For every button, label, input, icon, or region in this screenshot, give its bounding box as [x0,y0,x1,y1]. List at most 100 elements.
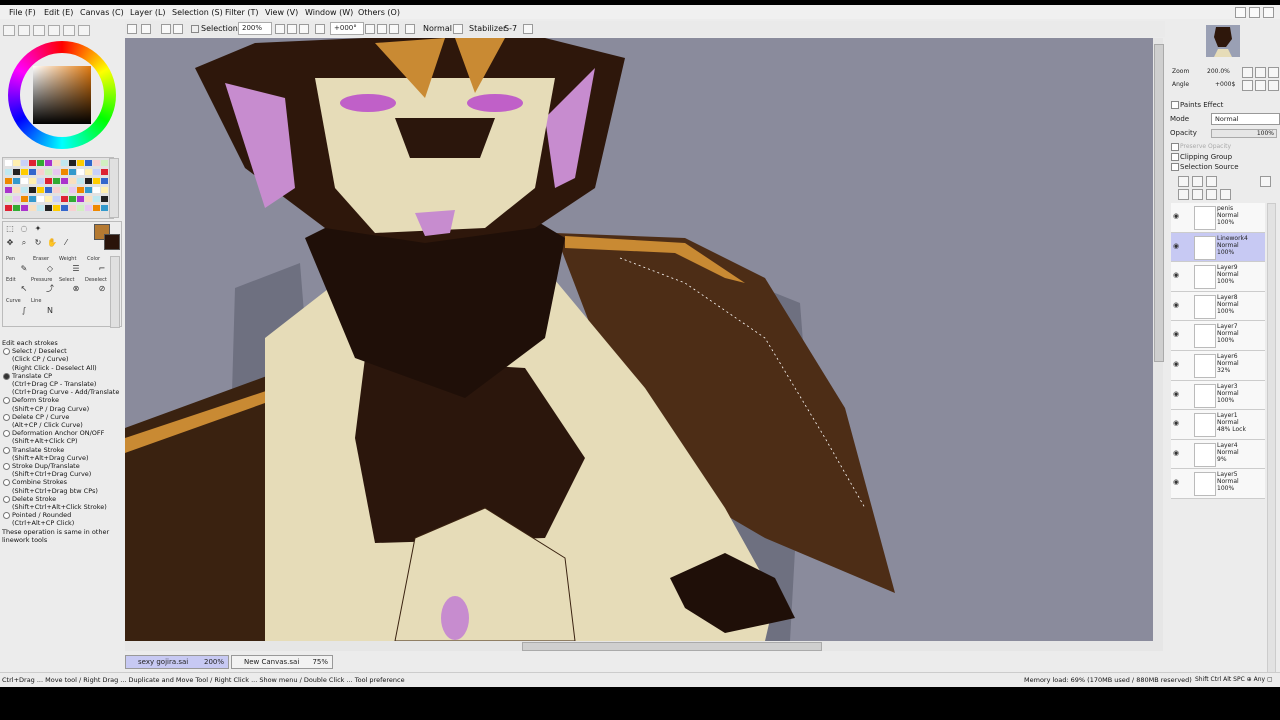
zoom-out-icon[interactable] [275,24,285,34]
visibility-eye-icon[interactable]: ◉ [1173,478,1181,486]
rotate-ccw-icon[interactable] [365,24,375,34]
color-swatch[interactable] [37,205,44,211]
paints-effect-label[interactable]: Paints Effect [1180,101,1223,109]
color-swatch[interactable] [53,169,60,175]
color-swatch[interactable] [77,169,84,175]
menu-edit[interactable]: Edit (E) [44,8,73,17]
select-stroke-icon[interactable]: ⊗ [71,284,81,294]
hand-icon[interactable]: ✋ [47,238,57,248]
line-icon[interactable]: N [45,306,55,316]
color-swatch[interactable] [21,187,28,193]
visibility-eye-icon[interactable]: ◉ [1173,330,1181,338]
color-swatch[interactable] [85,160,92,166]
paints-effect-toggle[interactable] [1171,101,1179,109]
edit-stroke-icon[interactable]: ↖ [19,284,29,294]
navigator-preview[interactable] [1206,25,1240,57]
tool-tab-pen[interactable]: Pen [6,256,15,262]
layer-row[interactable]: ◉ Layer3 Normal 100% [1171,380,1265,411]
color-swatch[interactable] [69,169,76,175]
maximize-icon[interactable] [1249,7,1260,18]
color-swatch[interactable] [93,196,100,202]
show-selection-icon[interactable] [161,24,171,34]
color-swatch[interactable] [101,169,108,175]
color-swatch[interactable] [101,196,108,202]
hsv-slider-tab-icon[interactable] [33,25,45,36]
pressure-icon[interactable]: ⤴ [45,284,55,294]
color-wheel[interactable] [8,41,116,149]
tool-tab-pressure[interactable]: Pressure [31,277,52,283]
color-swatch[interactable] [101,160,108,166]
rect-select-icon[interactable]: ⬚ [5,224,15,234]
color-swatch[interactable] [5,205,12,211]
tool-scrollbar[interactable] [110,256,120,328]
menu-selection[interactable]: Selection (S) [172,8,223,17]
visibility-eye-icon[interactable]: ◉ [1173,390,1181,398]
visibility-eye-icon[interactable]: ◉ [1173,360,1181,368]
rotate-cw-icon[interactable] [377,24,387,34]
menu-others[interactable]: Others (O) [358,8,400,17]
selection-source-checkbox[interactable] [1171,163,1179,171]
new-linework-layer-icon[interactable] [1192,176,1203,187]
visibility-eye-icon[interactable]: ◉ [1173,301,1181,309]
zoom-in-icon[interactable] [287,24,297,34]
tool-option-radio[interactable]: Select / Deselect [2,347,122,356]
color-swatch[interactable] [93,205,100,211]
color-swatch[interactable] [5,187,12,193]
angle-select[interactable]: +000° [330,22,364,35]
tool-tab-select[interactable]: Select [59,277,74,283]
color-mix-tab-icon[interactable] [48,25,60,36]
tool-option-radio[interactable]: Pointed / Rounded [2,511,122,520]
color-swatch[interactable] [37,196,44,202]
menu-window[interactable]: Window (W) [305,8,353,17]
color-swatch[interactable] [13,169,20,175]
nav-zoom-reset-icon[interactable] [1268,67,1279,78]
color-swatch[interactable] [69,196,76,202]
flip-icon[interactable] [405,24,415,34]
tool-tab-deselect[interactable]: Deselect [85,277,107,283]
radio-icon[interactable] [3,463,10,471]
canvas-vertical-scrollbar[interactable] [1153,38,1164,641]
color-swatch[interactable] [21,160,28,166]
delete-layer-icon[interactable] [1220,189,1231,200]
color-swatch[interactable] [53,187,60,193]
tool-option-radio[interactable]: Translate Stroke [2,446,122,454]
minimize-icon[interactable] [1235,7,1246,18]
color-swatch[interactable] [37,160,44,166]
layer-row[interactable]: ◉ Layer7 Normal 100% [1171,321,1265,351]
doc-tab[interactable]: New Canvas.sai 75% [231,655,333,669]
deselect-stroke-icon[interactable]: ⊘ [97,284,107,294]
radio-icon[interactable] [3,397,10,405]
clipping-group-checkbox[interactable] [1171,153,1179,161]
layer-row[interactable]: ◉ penis Normal 100% [1171,203,1265,233]
color-swatch[interactable] [13,187,20,193]
menu-file[interactable]: File (F) [9,8,36,17]
color-swatch[interactable] [85,205,92,211]
menu-view[interactable]: View (V) [265,8,298,17]
color-swatch[interactable] [37,178,44,184]
tool-option-radio[interactable]: Translate CP [2,372,122,380]
radio-icon[interactable] [3,430,10,438]
color-swatch[interactable] [13,205,20,211]
new-layer-icon[interactable] [1178,176,1189,187]
tool-tab-edit[interactable]: Edit [6,277,16,283]
color-swatch[interactable] [61,160,68,166]
color-pick-icon[interactable]: ⌐ [97,264,107,274]
color-swatch[interactable] [53,196,60,202]
color-swatch[interactable] [13,160,20,166]
curve-icon[interactable]: ∫ [19,306,29,316]
color-swatch[interactable] [29,196,36,202]
menu-canvas[interactable]: Canvas (C) [80,8,124,17]
doc-tab-active[interactable]: sexy gojira.sai 200% [125,655,229,669]
color-swatch[interactable] [45,178,52,184]
blend-mode[interactable]: Normal [423,24,452,33]
color-swatch[interactable] [29,187,36,193]
rotate-left-icon[interactable] [315,24,325,34]
color-swatch[interactable] [53,205,60,211]
color-swatch[interactable] [21,205,28,211]
color-swatch[interactable] [77,205,84,211]
nav-zoom-out-icon[interactable] [1242,67,1253,78]
layer-row[interactable]: ◉ Layer1 Normal 48% Lock [1171,410,1265,440]
color-swatch[interactable] [85,196,92,202]
nav-rotate-reset-icon[interactable] [1268,80,1279,91]
rotate-reset-icon[interactable] [389,24,399,34]
